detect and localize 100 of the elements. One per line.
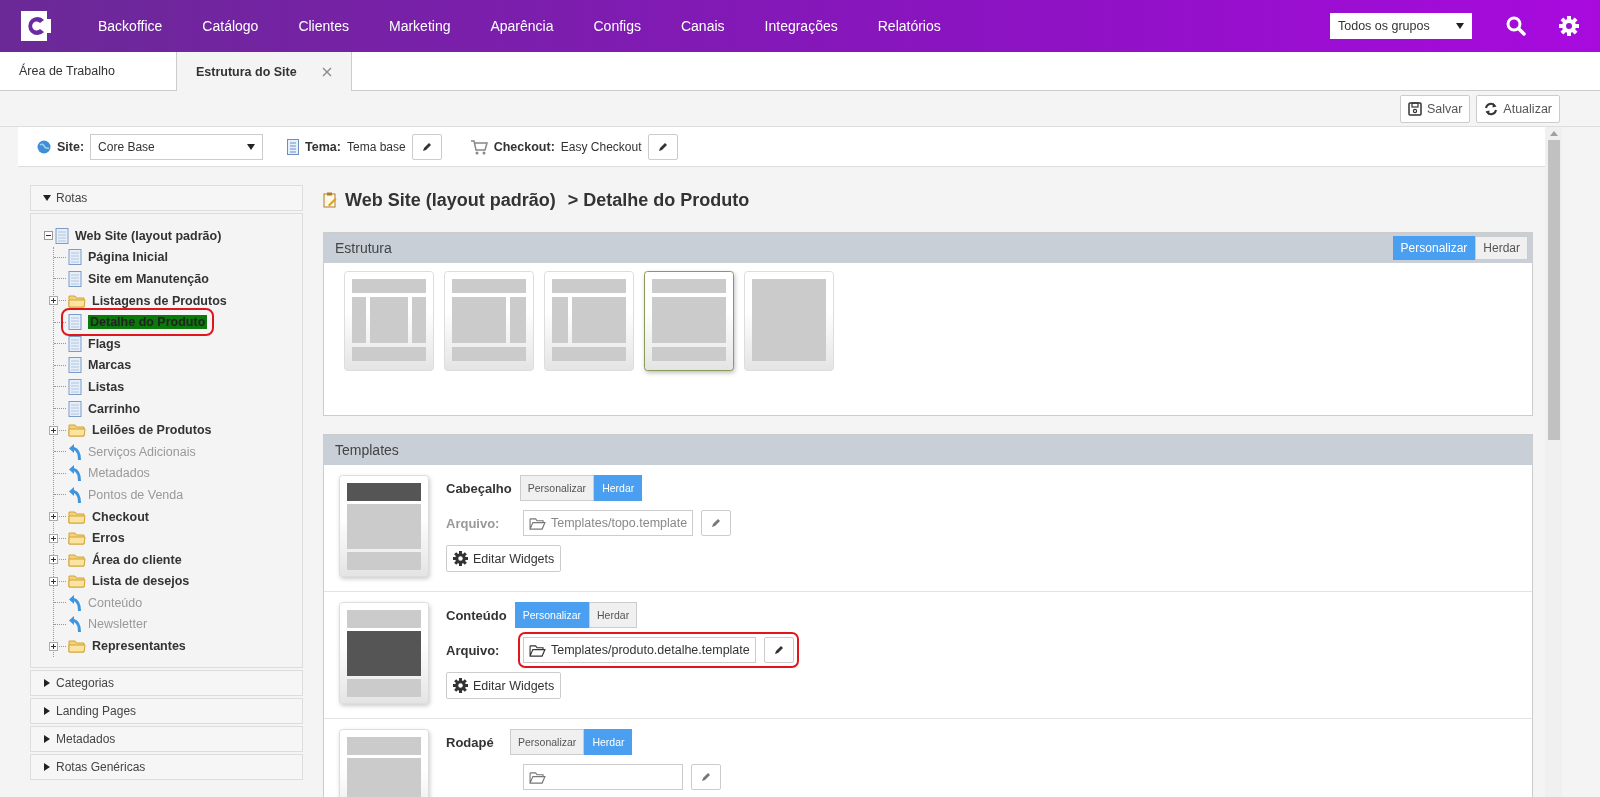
accordion-header[interactable]: Categorias — [30, 669, 303, 696]
curved-arrow-icon — [68, 616, 82, 633]
document-icon — [68, 357, 82, 374]
checkout-label: Checkout: — [493, 139, 555, 154]
document-icon — [68, 271, 82, 287]
accordion-header[interactable]: Metadados — [30, 725, 303, 752]
tree-item[interactable]: Listagens de Produtos — [92, 293, 227, 308]
scrollbar[interactable] — [1545, 127, 1562, 797]
expand-toggle[interactable] — [49, 512, 58, 521]
expand-toggle[interactable] — [49, 641, 58, 651]
tree-item[interactable]: Checkout — [92, 509, 149, 524]
edit-checkout-button[interactable] — [647, 133, 678, 160]
panel-title: Templates — [335, 442, 399, 458]
accordion-header[interactable]: Rotas Genéricas — [30, 753, 303, 780]
expand-toggle[interactable] — [49, 533, 58, 543]
cart-icon — [469, 138, 488, 155]
expand-toggle[interactable] — [49, 555, 58, 565]
gear-icon — [453, 678, 468, 693]
tree-item[interactable]: Página Inicial — [88, 250, 168, 265]
tree-item[interactable]: Erros — [92, 531, 125, 546]
menu-item[interactable]: Relatórios — [857, 18, 961, 34]
curved-arrow-icon — [68, 443, 82, 460]
save-button[interactable]: Salvar — [1399, 94, 1471, 123]
folder-icon — [68, 509, 86, 524]
expand-toggle[interactable] — [49, 296, 58, 306]
menu-item[interactable]: Backoffice — [78, 18, 183, 34]
template-name: Rodapé — [446, 734, 495, 750]
refresh-icon — [1484, 101, 1499, 116]
expand-toggle[interactable] — [49, 576, 58, 586]
triangle-icon — [43, 678, 51, 687]
settings-icon[interactable] — [1559, 16, 1579, 36]
search-icon[interactable] — [1506, 16, 1526, 36]
page-title: Web Site (layout padrão) — [345, 189, 556, 211]
pencil-icon — [700, 771, 712, 783]
tree-item[interactable]: Carrinho — [88, 401, 141, 416]
folder-icon — [68, 293, 86, 308]
site-select[interactable]: Core Base — [90, 133, 264, 160]
document-icon — [68, 400, 82, 417]
tab[interactable]: Área de Trabalho — [0, 52, 176, 90]
template-name: Conteúdo — [446, 607, 507, 623]
tree-item[interactable]: Leilões de Produtos — [92, 423, 212, 438]
menu-item[interactable]: Integrações — [744, 18, 858, 34]
menu-item[interactable]: Marketing — [369, 18, 471, 34]
folder-icon — [68, 639, 86, 654]
triangle-icon — [43, 194, 51, 202]
globe-icon — [37, 139, 51, 154]
gear-icon — [453, 551, 468, 566]
folder-icon — [68, 423, 86, 438]
caret-icon — [1456, 23, 1464, 29]
logo-icon[interactable] — [21, 11, 51, 41]
tab[interactable]: Estrutura do Site — [176, 52, 352, 91]
edit-file-button[interactable] — [691, 764, 721, 790]
folder-icon — [529, 770, 546, 784]
layout-option[interactable] — [644, 271, 734, 371]
tree-item[interactable]: Representantes — [92, 639, 186, 654]
accordion-header[interactable]: Landing Pages — [30, 697, 303, 724]
close-icon[interactable] — [322, 66, 332, 77]
menu-item[interactable]: Canais — [660, 18, 745, 34]
edit-file-button[interactable] — [701, 510, 732, 536]
triangle-icon — [43, 762, 51, 771]
group-select[interactable]: Todos os grupos — [1330, 13, 1472, 39]
folder-icon — [68, 531, 86, 546]
menu-item[interactable]: Configs — [573, 18, 661, 34]
tree-item[interactable]: Web Site (layout padrão) — [75, 228, 222, 243]
edit-widgets-button[interactable]: Editar Widgets — [446, 672, 562, 699]
edit-theme-button[interactable] — [411, 133, 442, 160]
edit-file-button[interactable] — [763, 637, 794, 663]
accordion-header[interactable]: Rotas — [30, 185, 303, 211]
panel-title: Estrutura — [335, 240, 392, 256]
pencil-icon — [772, 644, 785, 656]
mode-toggle[interactable]: Herdar — [589, 602, 638, 628]
menu-item[interactable]: Catálogo — [182, 18, 279, 34]
file-label: Arquivo: — [446, 515, 501, 531]
triangle-icon — [43, 734, 51, 743]
file-field[interactable]: Templates/produto.detalhe.template — [523, 637, 756, 663]
document-icon — [68, 314, 82, 331]
checkout-value: Easy Checkout — [560, 139, 642, 154]
tree-item[interactable]: Listas — [88, 379, 125, 394]
refresh-button[interactable]: Atualizar — [1476, 94, 1560, 123]
menu-item[interactable]: Aparência — [470, 18, 574, 34]
theme-label: Tema: — [305, 139, 341, 154]
tree-item[interactable]: Área do cliente — [92, 552, 182, 567]
curved-arrow-icon — [68, 465, 82, 482]
pencil-icon — [710, 517, 723, 529]
site-label: Site: — [57, 139, 85, 154]
menu-item[interactable]: Clientes — [278, 18, 369, 34]
page-title-current: > Detalhe do Produto — [567, 189, 750, 211]
document-icon — [68, 335, 82, 352]
pencil-icon — [420, 140, 433, 153]
mode-toggle[interactable]: Herdar — [1475, 236, 1528, 260]
tree-item[interactable]: Flags — [88, 336, 121, 351]
tree-item[interactable]: Marcas — [88, 358, 132, 373]
folder-icon — [529, 643, 546, 657]
tree-item[interactable]: Lista de desejos — [92, 574, 190, 589]
template-name: Cabeçalho — [446, 480, 512, 496]
folder-icon — [68, 552, 86, 567]
collapse-toggle[interactable] — [44, 231, 53, 241]
tree-item[interactable]: Site em Manutenção — [88, 272, 209, 286]
expand-toggle[interactable] — [49, 425, 58, 435]
pencil-icon — [656, 140, 669, 153]
